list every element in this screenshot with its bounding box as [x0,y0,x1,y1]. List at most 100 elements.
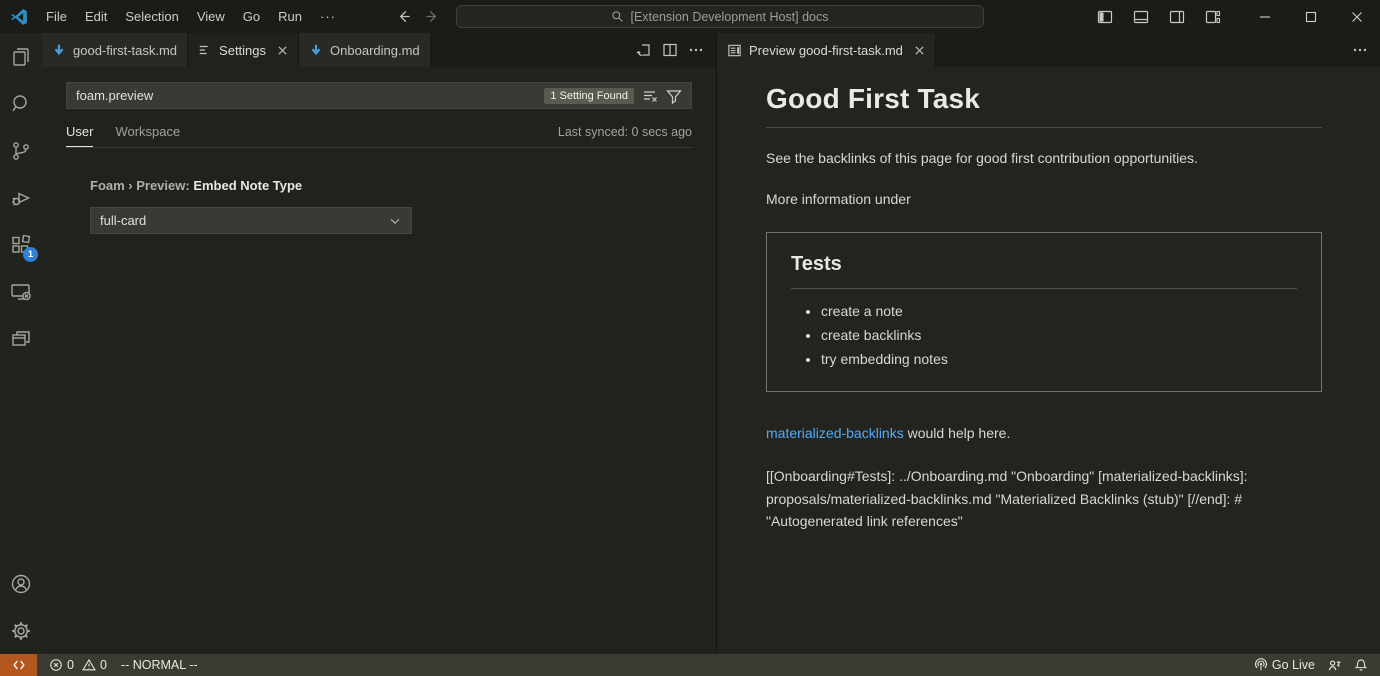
search-icon [611,10,624,23]
settings-editor: 1 Setting Found [42,67,716,234]
chevron-down-icon [388,214,402,228]
accounts-icon[interactable] [0,560,42,607]
preview-paragraph-1: See the backlinks of this page for good … [766,150,1322,166]
scope-divider [66,147,692,148]
tab-settings[interactable]: Settings [188,33,299,67]
markdown-file-icon [52,43,66,57]
preview-editor-group: Preview good-first-task.md Good First Ta… [717,33,1380,654]
settings-editor-group: good-first-task.md Settings Onboarding. [42,33,716,654]
error-count: 0 [67,658,74,672]
remote-explorer-icon[interactable] [0,268,42,315]
markdown-file-icon [309,43,323,57]
close-tab-icon[interactable] [277,45,288,56]
more-actions-icon[interactable] [688,42,704,58]
scope-tab-workspace[interactable]: Workspace [115,124,180,146]
settings-results-badge: 1 Setting Found [544,88,634,104]
status-bar: 0 0 -- NORMAL -- Go Live [0,654,1380,676]
menubar: File Edit Selection View Go Run ··· [37,0,345,33]
menu-more-button[interactable]: ··· [311,9,345,24]
markdown-preview: Good First Task See the backlinks of thi… [717,67,1380,533]
run-debug-icon[interactable] [0,174,42,221]
go-live-button[interactable]: Go Live [1248,654,1321,676]
dropdown-value: full-card [100,213,146,228]
materialized-backlinks-link[interactable]: materialized-backlinks [766,425,904,441]
toggle-secondary-sidebar-icon[interactable] [1162,4,1192,30]
settings-editor-icon [198,43,212,57]
setting-name-label: Embed Note Type [193,178,302,193]
open-settings-json-icon[interactable] [636,42,652,58]
tab-preview-good-first-task[interactable]: Preview good-first-task.md [717,33,936,67]
minimize-button[interactable] [1242,0,1288,33]
split-editor-icon[interactable] [662,42,678,58]
command-center[interactable]: [Extension Development Host] docs [456,5,984,28]
activity-bar: 1 [0,33,42,654]
back-arrow-icon[interactable] [396,9,411,24]
menu-view[interactable]: View [188,5,234,29]
problems-indicator[interactable]: 0 0 [43,654,113,676]
embedded-note-list: create a note create backlinks try embed… [821,303,1297,367]
left-tabstrip: good-first-task.md Settings Onboarding. [42,33,716,67]
settings-scope-tabs: User Workspace Last synced: 0 secs ago [66,123,692,147]
error-icon [49,658,63,672]
forward-arrow-icon[interactable] [425,9,440,24]
bell-icon [1354,658,1368,672]
more-actions-icon[interactable] [1352,42,1368,58]
remote-indicator[interactable] [0,654,37,676]
extensions-badge: 1 [23,247,38,262]
list-item: try embedding notes [821,351,1297,367]
heading-rule [766,127,1322,128]
menu-run[interactable]: Run [269,5,311,29]
preview-heading: Good First Task [766,83,1322,115]
history-navigation [396,0,440,33]
clear-filters-icon[interactable] [642,88,658,104]
list-item: create a note [821,303,1297,319]
broadcast-icon [1254,658,1268,672]
warning-icon [82,658,96,672]
filter-icon[interactable] [666,88,682,104]
toggle-panel-icon[interactable] [1126,4,1156,30]
customize-layout-icon[interactable] [1198,4,1228,30]
list-item: create backlinks [821,327,1297,343]
menu-selection[interactable]: Selection [116,5,187,29]
feedback-icon [1327,658,1342,673]
windows-stack-icon[interactable] [0,315,42,362]
close-tab-icon[interactable] [914,45,925,56]
maximize-button[interactable] [1288,0,1334,33]
embedded-note-rule [791,288,1297,289]
scope-tab-user[interactable]: User [66,124,93,147]
notifications-button[interactable] [1348,654,1374,676]
right-tabstrip: Preview good-first-task.md [717,33,1380,67]
go-live-label: Go Live [1272,658,1315,672]
link-tail-text: would help here. [904,425,1011,441]
embedded-note-card: Tests create a note create backlinks try… [766,232,1322,392]
preview-paragraph-2: More information under [766,191,1322,207]
vscode-window: File Edit Selection View Go Run ··· [Ext… [0,0,1380,676]
tab-label: Settings [219,43,266,58]
remote-icon [12,658,26,672]
toggle-primary-sidebar-icon[interactable] [1090,4,1120,30]
setting-item-embed-note-type: Foam › Preview: Embed Note Type full-car… [90,178,692,234]
menu-go[interactable]: Go [234,5,269,29]
markdown-preview-icon [727,43,742,58]
link-definitions-paragraph: [[Onboarding#Tests]: ../Onboarding.md "O… [766,465,1322,533]
menu-edit[interactable]: Edit [76,5,116,29]
backlinks-paragraph: materialized-backlinks would help here. [766,425,1322,441]
source-control-icon[interactable] [0,127,42,174]
titlebar: File Edit Selection View Go Run ··· [Ext… [0,0,1380,33]
feedback-button[interactable] [1321,654,1348,676]
window-controls [1090,0,1380,33]
search-view-icon[interactable] [0,80,42,127]
tab-good-first-task[interactable]: good-first-task.md [42,33,188,67]
embedded-note-heading: Tests [791,253,1297,276]
embed-note-type-dropdown[interactable]: full-card [90,207,412,234]
tab-label: good-first-task.md [73,43,177,58]
vim-mode-indicator[interactable]: -- NORMAL -- [121,658,198,672]
setting-category-label: Foam › Preview: [90,178,190,193]
close-window-button[interactable] [1334,0,1380,33]
tab-onboarding[interactable]: Onboarding.md [299,33,431,67]
settings-gear-icon[interactable] [0,607,42,654]
explorer-icon[interactable] [0,33,42,80]
extensions-icon[interactable]: 1 [0,221,42,268]
menu-file[interactable]: File [37,5,76,29]
warning-count: 0 [100,658,107,672]
